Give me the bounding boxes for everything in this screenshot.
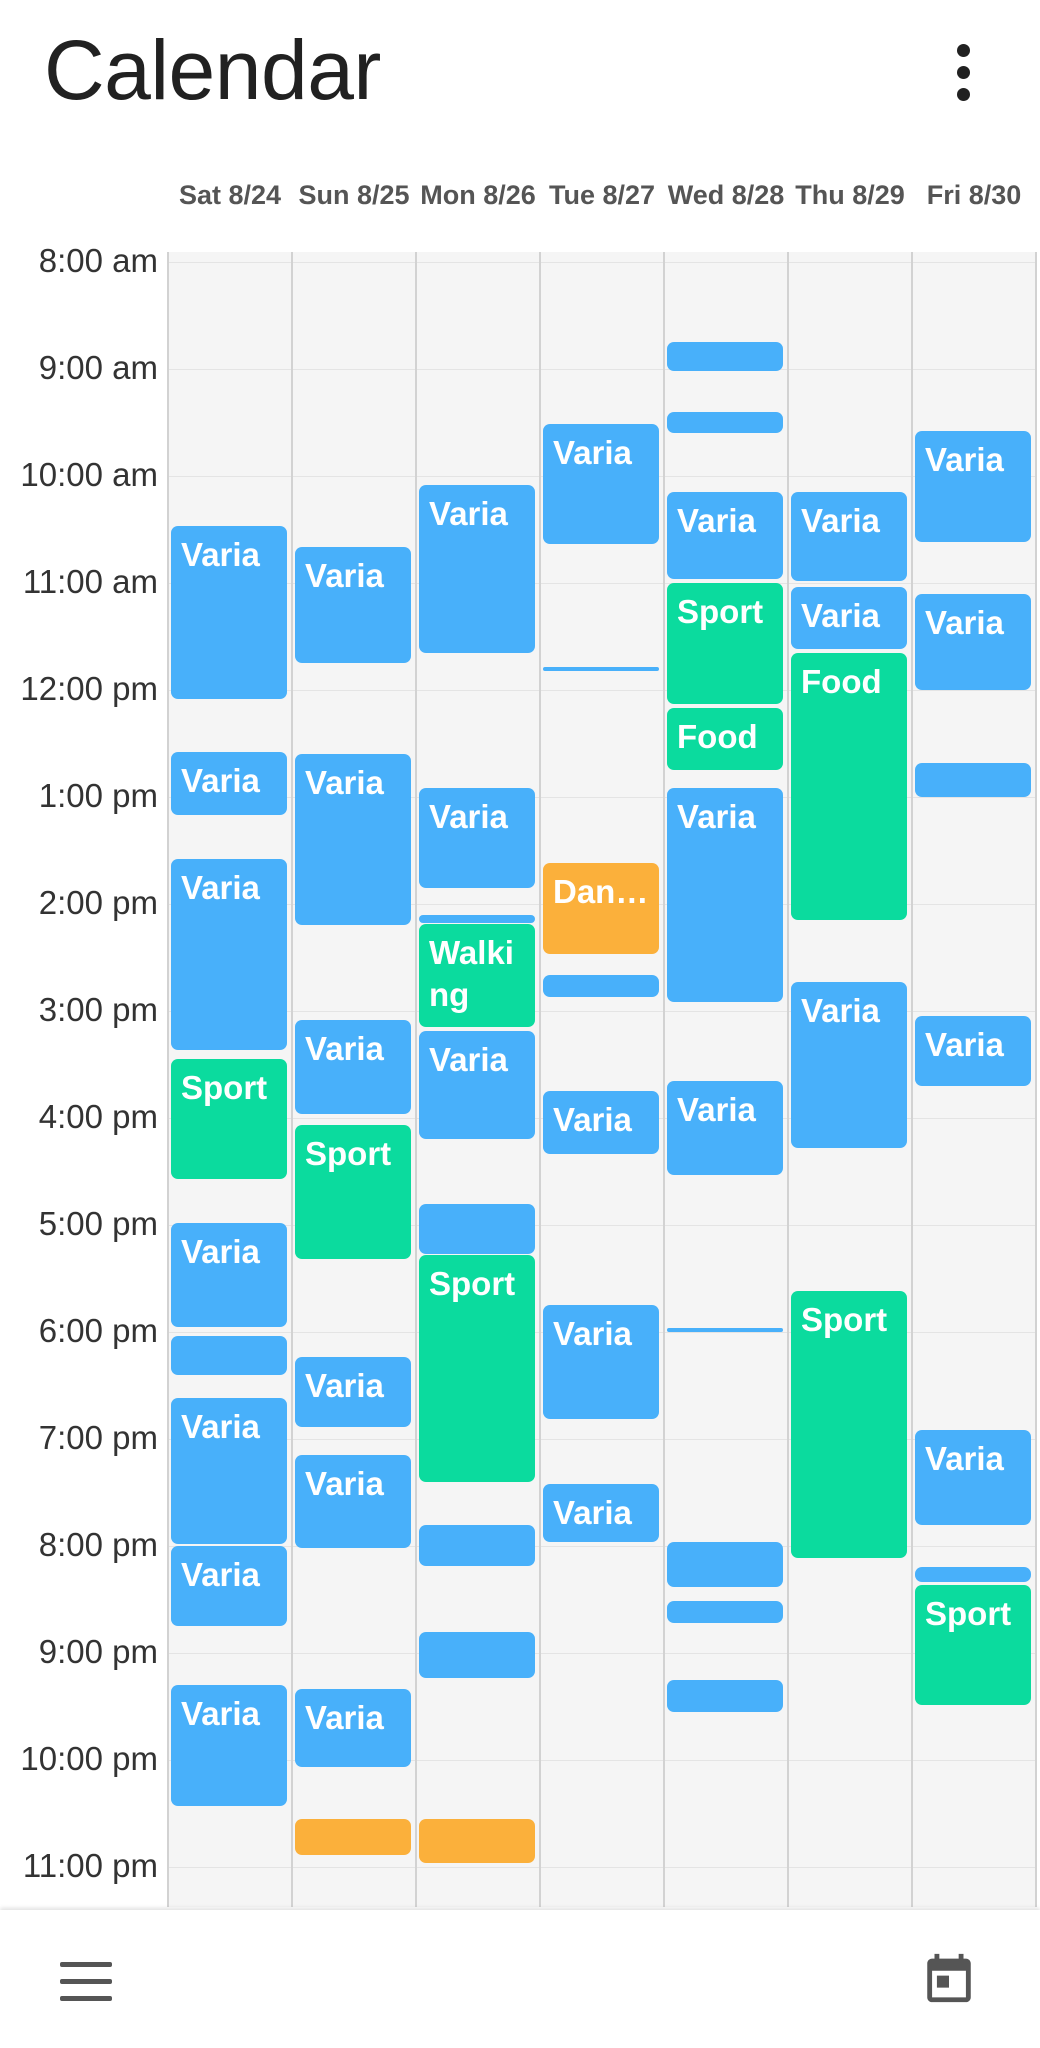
- day-divider: [663, 252, 665, 1907]
- hour-label: 4:00 pm: [38, 1098, 158, 1135]
- event-varia[interactable]: Varia: [419, 484, 535, 653]
- event-varia[interactable]: Varia: [667, 1080, 783, 1176]
- event-varia[interactable]: Varia: [791, 492, 907, 582]
- event-walking[interactable]: Walking: [419, 923, 535, 1028]
- hour-label: 2:00 pm: [38, 884, 158, 921]
- event-varia[interactable]: Varia: [915, 431, 1031, 542]
- event-block[interactable]: [543, 975, 659, 997]
- hour-gridline: [168, 262, 1036, 263]
- day-header[interactable]: Thu 8/29: [788, 180, 912, 211]
- hour-label: 3:00 pm: [38, 991, 158, 1028]
- day-header[interactable]: Tue 8/27: [540, 180, 664, 211]
- hour-label: 7:00 pm: [38, 1419, 158, 1456]
- event-block[interactable]: [419, 1818, 535, 1864]
- day-divider: [167, 252, 169, 1907]
- day-divider: [539, 252, 541, 1907]
- day-divider: [291, 252, 293, 1907]
- day-header[interactable]: Fri 8/30: [912, 180, 1036, 211]
- hour-label: 1:00 pm: [38, 777, 158, 814]
- hour-label: 8:00 am: [38, 242, 158, 279]
- event-varia[interactable]: Varia: [915, 593, 1031, 690]
- event-varia[interactable]: Varia: [171, 1546, 287, 1627]
- event-sport[interactable]: Sport: [667, 583, 783, 705]
- event-block[interactable]: [667, 342, 783, 371]
- hour-label: 9:00 am: [38, 349, 158, 386]
- more-vert-icon[interactable]: [944, 42, 984, 102]
- event-varia[interactable]: Varia: [667, 492, 783, 580]
- hour-gridline: [168, 369, 1036, 370]
- day-header[interactable]: Sat 8/24: [168, 180, 292, 211]
- hour-label: 5:00 pm: [38, 1205, 158, 1242]
- event-block[interactable]: [667, 1328, 783, 1333]
- page-title: Calendar: [44, 23, 381, 117]
- event-varia[interactable]: Varia: [915, 1016, 1031, 1086]
- event-block[interactable]: [667, 1679, 783, 1712]
- day-divider: [1035, 252, 1037, 1907]
- event-varia[interactable]: Varia: [295, 754, 411, 926]
- day-header[interactable]: Mon 8/26: [416, 180, 540, 211]
- event-varia[interactable]: Varia: [171, 1397, 287, 1545]
- event-block[interactable]: [667, 411, 783, 434]
- event-varia[interactable]: Varia: [171, 752, 287, 815]
- event-block[interactable]: [543, 666, 659, 671]
- calendar-today-icon[interactable]: [920, 1948, 978, 2008]
- event-varia[interactable]: Varia: [295, 1019, 411, 1115]
- event-block[interactable]: [419, 914, 535, 923]
- day-header[interactable]: Wed 8/28: [664, 180, 788, 211]
- event-varia[interactable]: Varia: [171, 525, 287, 699]
- hour-label: 12:00 pm: [20, 670, 158, 707]
- event-block[interactable]: [419, 1203, 535, 1254]
- event-block[interactable]: [419, 1631, 535, 1678]
- event-varia[interactable]: Varia: [295, 1455, 411, 1548]
- event-block[interactable]: [419, 1524, 535, 1566]
- day-divider: [787, 252, 789, 1907]
- hour-label: 11:00 am: [22, 563, 158, 600]
- bottom-bar: [0, 1910, 1040, 2048]
- app-bar: Calendar: [0, 0, 1040, 150]
- event-food[interactable]: Food: [667, 707, 783, 771]
- event-varia[interactable]: Varia: [295, 1356, 411, 1427]
- event-varia[interactable]: Varia: [667, 788, 783, 1003]
- day-divider: [911, 252, 913, 1907]
- event-block[interactable]: [295, 1818, 411, 1855]
- event-varia[interactable]: Varia: [171, 1223, 287, 1327]
- event-sport[interactable]: Sport: [791, 1290, 907, 1559]
- hour-label: 6:00 pm: [38, 1312, 158, 1349]
- event-sport[interactable]: Sport: [419, 1255, 535, 1482]
- event-food[interactable]: Food: [791, 652, 907, 921]
- hour-label: 11:00 pm: [22, 1847, 158, 1884]
- event-varia[interactable]: Varia: [419, 1030, 535, 1140]
- event-sport[interactable]: Sport: [295, 1125, 411, 1259]
- hour-label: 10:00 pm: [20, 1740, 158, 1777]
- event-varia[interactable]: Varia: [295, 547, 411, 664]
- event-block[interactable]: [915, 1567, 1031, 1582]
- hour-gridline: [168, 1653, 1036, 1654]
- day-divider: [415, 252, 417, 1907]
- event-block[interactable]: [667, 1601, 783, 1623]
- event-varia[interactable]: Varia: [791, 586, 907, 649]
- event-block[interactable]: [171, 1335, 287, 1375]
- event-varia[interactable]: Varia: [915, 1430, 1031, 1525]
- event-varia[interactable]: Varia: [543, 1305, 659, 1420]
- event-varia[interactable]: Varia: [543, 1483, 659, 1543]
- hour-label: 10:00 am: [20, 456, 158, 493]
- event-daniel[interactable]: Daniel: [543, 862, 659, 954]
- hour-gridline: [168, 1867, 1036, 1868]
- event-block[interactable]: [915, 763, 1031, 797]
- hour-label: 9:00 pm: [38, 1633, 158, 1670]
- hour-label: 8:00 pm: [38, 1526, 158, 1563]
- event-varia[interactable]: Varia: [171, 859, 287, 1051]
- day-header[interactable]: Sun 8/25: [292, 180, 416, 211]
- event-varia[interactable]: Varia: [543, 1091, 659, 1154]
- event-block[interactable]: [667, 1542, 783, 1587]
- event-varia[interactable]: Varia: [171, 1685, 287, 1807]
- event-varia[interactable]: Varia: [419, 788, 535, 888]
- event-varia[interactable]: Varia: [543, 424, 659, 544]
- event-varia[interactable]: Varia: [791, 982, 907, 1149]
- event-varia[interactable]: Varia: [295, 1688, 411, 1768]
- event-sport[interactable]: Sport: [915, 1585, 1031, 1705]
- event-sport[interactable]: Sport: [171, 1059, 287, 1179]
- menu-icon[interactable]: [60, 1962, 112, 2002]
